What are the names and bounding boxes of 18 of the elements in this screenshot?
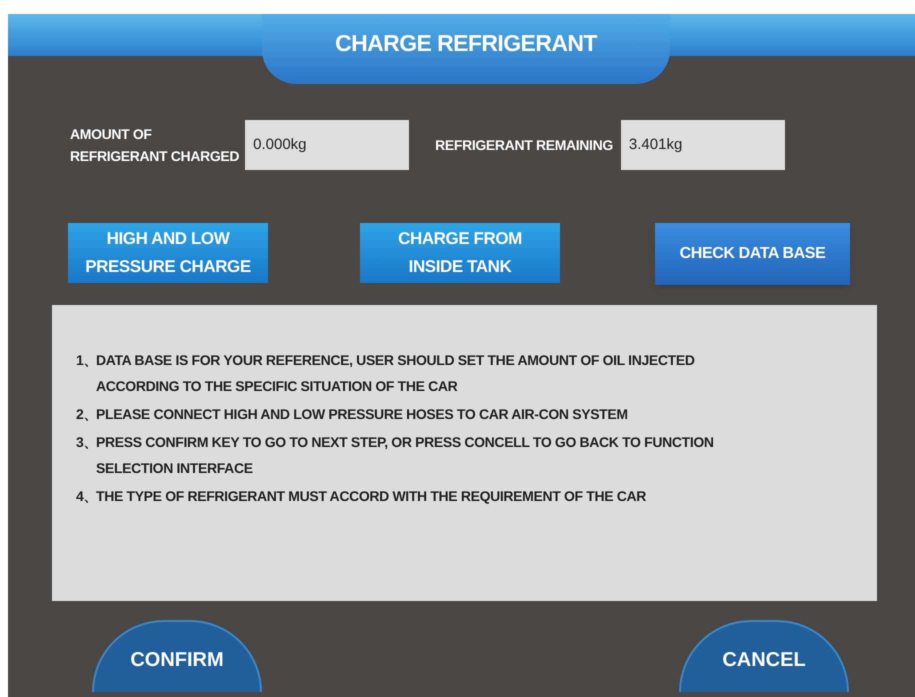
field-label: AMOUNT OF REFRIGERANT CHARGED <box>70 125 240 166</box>
round-button[interactable]: CONFIRM <box>92 620 262 692</box>
mode-button[interactable]: HIGH AND LOW PRESSURE CHARGE <box>68 223 268 283</box>
window-title: CHARGE REFRIGERANT <box>262 14 670 84</box>
mode-button[interactable]: CHARGE FROM INSIDE TANK <box>360 223 560 283</box>
note-text: PRESS CONFIRM KEY TO GO TO NEXT STEP, OR PRESS CONCELL TO GO BACK TO FUNCTION SELECTION INTERFACE <box>96 433 715 478</box>
note-text: THE TYPE OF REFRIGERANT MUST ACCORD WITH THE REQUIREMENT OF THE CAR <box>96 487 648 506</box>
value-field: 0.000kg <box>245 120 410 170</box>
field-label: REFRIGERANT REMAINING <box>435 136 613 155</box>
value-field: 3.401kg <box>620 120 785 170</box>
mode-button[interactable]: CHECK DATA BASE <box>655 223 850 285</box>
note-number: 4、 <box>76 487 96 506</box>
note-number: 3、 <box>76 433 96 452</box>
note-text: DATA BASE IS FOR YOUR REFERENCE, USER SHOULD SET THE AMOUNT OF OIL INJECTED ACCORDING TO THE SPECIFIC SITUATION OF THE CAR <box>96 351 696 396</box>
round-button[interactable]: CANCEL <box>679 620 849 692</box>
note-text: PLEASE CONNECT HIGH AND LOW PRESSURE HOSES TO CAR AIR-CON SYSTEM <box>96 405 629 424</box>
note-number: 1、 <box>76 351 96 370</box>
note-number: 2、 <box>76 405 96 424</box>
